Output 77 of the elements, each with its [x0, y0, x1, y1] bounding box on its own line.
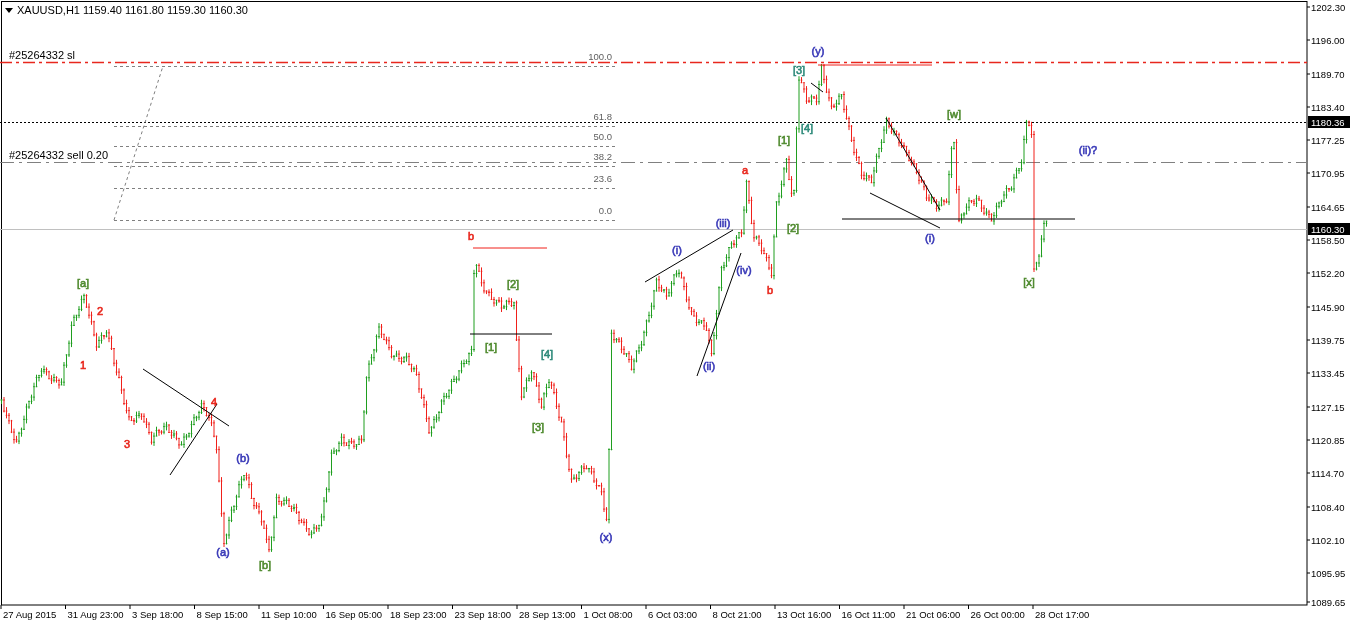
price-axis-label: 1170.95	[1311, 168, 1345, 179]
fibonacci-level-label: 38.2	[593, 151, 612, 162]
fibonacci-level-label: 23.6	[593, 173, 612, 184]
time-axis-label: 18 Sep 23:00	[390, 609, 447, 620]
price-axis-label: 1120.85	[1311, 435, 1345, 446]
time-axis-label: 8 Oct 21:00	[712, 609, 762, 620]
wave-label: [2]	[506, 278, 520, 290]
wave-label: (x)	[599, 531, 613, 543]
wave-label: (i)	[925, 232, 935, 244]
wave-label: [1]	[777, 134, 791, 146]
time-axis-label: 3 Sep 18:00	[132, 609, 184, 620]
price-axis-label: 1202.30	[1311, 2, 1346, 13]
wave-label: 1	[79, 359, 87, 371]
wave-label: (iv)	[736, 264, 752, 276]
price-axis-label: 1095.95	[1311, 568, 1346, 579]
wave-label: a	[741, 164, 749, 176]
time-axis-label: 13 Oct 16:00	[777, 609, 832, 620]
chart-title: XAUUSD,H1 1159.40 1161.80 1159.30 1160.30	[17, 4, 248, 16]
price-axis-label: 1189.70	[1311, 69, 1345, 80]
wave-label: [2]	[786, 222, 800, 234]
wave-label: [w]	[946, 108, 962, 120]
fibonacci-level-label: 50.0	[593, 131, 612, 142]
price-axis-label: 1164.65	[1311, 202, 1345, 213]
wave-label: [4]	[800, 122, 814, 134]
wave-label: 3	[123, 438, 131, 450]
wave-label: (y)	[811, 45, 825, 57]
time-axis-label: 8 Sep 15:00	[196, 609, 248, 620]
wave-label: b	[766, 284, 774, 296]
wave-label: (b)	[236, 452, 250, 464]
order-level-label: #25264332 sell 0.20	[9, 149, 109, 161]
fibonacci-level-label: 100.0	[588, 51, 612, 62]
current-price-tag: 1160.30	[1308, 223, 1350, 235]
price-axis-label: 1127.15	[1311, 402, 1345, 413]
fibonacci-level-label: 61.8	[593, 111, 612, 122]
time-axis-label: 11 Sep 10:00	[261, 609, 317, 620]
price-axis-label: 1196.00	[1311, 35, 1345, 46]
price-axis-label: 1152.20	[1311, 268, 1345, 279]
price-axis-label: 1114.70	[1311, 468, 1344, 479]
wave-label: b	[467, 230, 475, 242]
time-axis-label: 23 Sep 18:00	[454, 609, 512, 620]
price-axis-label: 1133.45	[1311, 368, 1345, 379]
price-axis-label: 1145.90	[1311, 302, 1345, 313]
wave-label: [1]	[484, 341, 498, 353]
wave-label: (ii)	[702, 360, 716, 372]
fibonacci-level-label: 0.0	[598, 205, 612, 216]
wave-label: (a)	[216, 546, 230, 558]
price-axis-label: 1102.10	[1311, 535, 1345, 546]
price-axis-label: 1177.25	[1311, 135, 1345, 146]
price-axis-label: 1139.75	[1311, 335, 1345, 346]
time-axis-label: 6 Oct 03:00	[648, 609, 698, 620]
time-axis-label: 16 Sep 05:00	[325, 609, 383, 620]
time-axis-label: 1 Oct 08:00	[583, 609, 633, 620]
wave-label: (ii)?	[1078, 144, 1098, 156]
wave-label: [x]	[1023, 276, 1035, 288]
price-axis-label: 1108.40	[1311, 502, 1345, 513]
price-axis-label: 1183.40	[1311, 102, 1345, 113]
time-axis-label: 28 Oct 17:00	[1035, 609, 1090, 620]
wave-label: [a]	[76, 277, 90, 289]
price-axis-label: 1089.65	[1311, 597, 1346, 608]
dropdown-icon[interactable]	[5, 8, 13, 13]
price-axis-label: 1158.50	[1311, 235, 1345, 246]
time-axis-label: 26 Oct 00:00	[970, 609, 1025, 620]
wave-label: 4	[210, 396, 218, 408]
current-price-tag: 1180.36	[1308, 116, 1350, 128]
wave-label: [b]	[258, 559, 272, 571]
time-axis-label: 28 Sep 13:00	[519, 609, 576, 620]
wave-label: [3]	[531, 421, 545, 433]
time-axis-label: 16 Oct 11:00	[841, 609, 896, 620]
time-axis-label: 31 Aug 23:00	[67, 609, 124, 620]
wave-label: 2	[96, 305, 104, 317]
wave-label: (iii)	[715, 217, 731, 229]
wave-label: [4]	[540, 348, 554, 360]
time-axis-label: 21 Oct 06:00	[906, 609, 961, 620]
wave-label: [3]	[792, 64, 806, 76]
order-level-label: #25264332 sl	[9, 49, 76, 61]
wave-label: (i)	[672, 244, 682, 256]
time-axis-label: 27 Aug 2015	[3, 609, 57, 620]
